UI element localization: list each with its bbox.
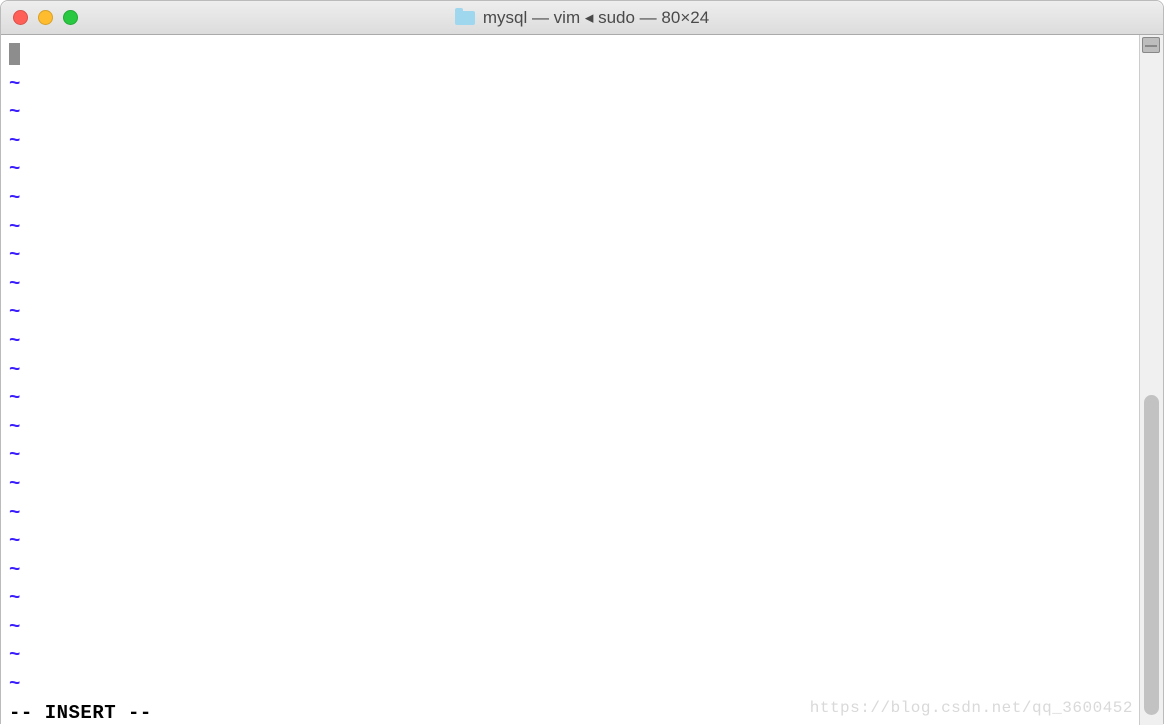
empty-line-tilde: ~ bbox=[9, 70, 1155, 99]
editor-line bbox=[9, 41, 1155, 70]
empty-line-tilde: ~ bbox=[9, 127, 1155, 156]
empty-line-tilde: ~ bbox=[9, 184, 1155, 213]
window-title: mysql — vim ◂ sudo — 80×24 bbox=[1, 8, 1163, 28]
empty-line-tilde: ~ bbox=[9, 470, 1155, 499]
terminal-area[interactable]: ~~~~~~~~~~~~~~~~~~~~~~ -- INSERT -- bbox=[1, 35, 1163, 725]
scrollbar[interactable] bbox=[1139, 35, 1163, 725]
empty-line-tilde: ~ bbox=[9, 584, 1155, 613]
empty-line-tilde: ~ bbox=[9, 298, 1155, 327]
empty-line-tilde: ~ bbox=[9, 384, 1155, 413]
empty-line-tilde: ~ bbox=[9, 155, 1155, 184]
traffic-lights bbox=[13, 10, 78, 25]
empty-line-tilde: ~ bbox=[9, 527, 1155, 556]
empty-line-tilde: ~ bbox=[9, 556, 1155, 585]
empty-line-tilde: ~ bbox=[9, 356, 1155, 385]
window-titlebar: mysql — vim ◂ sudo — 80×24 bbox=[1, 1, 1163, 35]
empty-line-tilde: ~ bbox=[9, 499, 1155, 528]
minimize-icon[interactable] bbox=[38, 10, 53, 25]
window-title-text: mysql — vim ◂ sudo — 80×24 bbox=[483, 8, 709, 28]
empty-line-tilde: ~ bbox=[9, 213, 1155, 242]
empty-line-tilde: ~ bbox=[9, 613, 1155, 642]
empty-line-tilde: ~ bbox=[9, 327, 1155, 356]
vim-status-line: -- INSERT -- bbox=[9, 699, 1155, 727]
empty-line-tilde: ~ bbox=[9, 413, 1155, 442]
empty-line-tilde: ~ bbox=[9, 98, 1155, 127]
panel-icon[interactable] bbox=[1142, 37, 1160, 53]
close-icon[interactable] bbox=[13, 10, 28, 25]
cursor-block bbox=[9, 43, 20, 65]
empty-line-tilde: ~ bbox=[9, 670, 1155, 699]
empty-line-tilde: ~ bbox=[9, 441, 1155, 470]
empty-line-tilde: ~ bbox=[9, 241, 1155, 270]
folder-icon bbox=[455, 11, 475, 25]
scrollbar-thumb[interactable] bbox=[1144, 395, 1159, 715]
empty-line-tilde: ~ bbox=[9, 270, 1155, 299]
empty-line-tilde: ~ bbox=[9, 641, 1155, 670]
fullscreen-icon[interactable] bbox=[63, 10, 78, 25]
